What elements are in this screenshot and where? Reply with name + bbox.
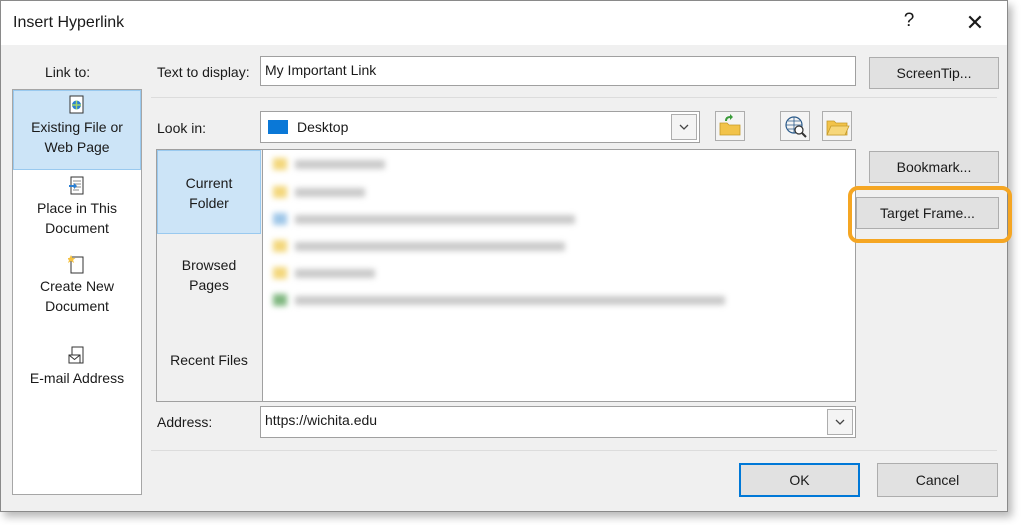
tab-current-folder-line2: Folder — [189, 195, 229, 211]
browse-file-button[interactable] — [822, 111, 852, 141]
title-bar: Insert Hyperlink ? ✕ — [1, 1, 1007, 45]
bookmark-button[interactable]: Bookmark... — [869, 151, 999, 183]
list-item[interactable] — [273, 267, 413, 281]
text-to-display-value: My Important Link — [265, 62, 377, 78]
address-input[interactable]: https://wichita.edu — [260, 406, 856, 438]
globe-search-icon — [785, 116, 807, 138]
bookmark-label: Bookmark... — [896, 159, 972, 175]
link-to-existing-file-line1: Existing File or — [31, 119, 123, 135]
look-in-panel: Current Folder Browsed Pages Recent File… — [156, 149, 856, 402]
list-item[interactable] — [273, 294, 743, 308]
tab-current-folder[interactable]: Current Folder — [157, 150, 261, 234]
tab-browsed-pages-line2: Pages — [189, 277, 229, 293]
look-in-dropdown-arrow[interactable] — [671, 114, 697, 140]
address-label: Address: — [157, 414, 213, 430]
tab-browsed-pages[interactable]: Browsed Pages — [157, 255, 261, 305]
browse-web-button[interactable] — [780, 111, 810, 141]
email-icon — [68, 346, 84, 364]
look-in-tabs: Current Folder Browsed Pages Recent File… — [157, 150, 263, 401]
ok-label: OK — [789, 472, 810, 488]
chevron-down-icon — [835, 419, 845, 425]
folder-up-icon — [719, 114, 741, 136]
place-in-document-icon — [69, 176, 84, 195]
list-item[interactable] — [273, 213, 593, 227]
separator-bottom — [151, 450, 997, 451]
link-to-email-line1: E-mail Address — [29, 370, 125, 386]
address-value: https://wichita.edu — [265, 412, 378, 428]
link-to-create-line2: Document — [45, 298, 109, 314]
target-frame-highlight — [848, 186, 1012, 243]
desktop-icon — [268, 120, 288, 134]
screentip-button[interactable]: ScreenTip... — [869, 57, 999, 89]
look-in-value: Desktop — [297, 119, 349, 135]
look-in-select[interactable]: Desktop — [260, 111, 700, 143]
look-in-label: Look in: — [157, 120, 207, 136]
dialog-title: Insert Hyperlink — [13, 14, 125, 31]
address-dropdown-arrow[interactable] — [827, 409, 853, 435]
up-one-folder-button[interactable] — [715, 111, 745, 141]
tab-browsed-pages-line1: Browsed — [181, 257, 237, 273]
file-list[interactable] — [263, 150, 855, 401]
tab-recent-files[interactable]: Recent Files — [157, 350, 261, 374]
link-to-panel: Existing File or Web Page Place in This … — [12, 89, 142, 495]
text-to-display-input[interactable]: My Important Link — [260, 56, 856, 86]
cancel-label: Cancel — [915, 472, 960, 488]
text-to-display-label: Text to display: — [157, 64, 250, 80]
list-item[interactable] — [273, 158, 413, 172]
link-to-place-line2: Document — [45, 220, 109, 236]
link-to-create-line1: Create New — [40, 278, 114, 294]
link-to-place-in-document[interactable]: Place in This Document — [13, 176, 141, 256]
help-button[interactable]: ? — [899, 10, 919, 32]
insert-hyperlink-dialog: Insert Hyperlink ? ✕ Link to: Existing F… — [0, 0, 1012, 512]
tab-current-folder-line1: Current — [185, 175, 233, 191]
link-to-create-new-document[interactable]: Create New Document — [13, 254, 141, 334]
separator-top — [151, 97, 997, 98]
link-to-label: Link to: — [45, 64, 91, 80]
link-to-existing-file-line2: Web Page — [44, 139, 110, 155]
existing-file-icon — [69, 95, 84, 114]
list-item[interactable] — [273, 240, 593, 254]
cancel-button[interactable]: Cancel — [877, 463, 998, 497]
close-button[interactable]: ✕ — [961, 11, 989, 35]
new-document-icon — [68, 255, 84, 274]
list-item[interactable] — [273, 186, 413, 200]
link-to-email-address[interactable]: E-mail Address — [13, 346, 141, 406]
screentip-label: ScreenTip... — [896, 65, 972, 81]
folder-open-icon — [826, 120, 850, 136]
link-to-place-line1: Place in This — [37, 200, 117, 216]
chevron-down-icon — [679, 124, 689, 130]
link-to-existing-file[interactable]: Existing File or Web Page — [13, 90, 141, 170]
tab-recent-files-line1: Recent Files — [170, 352, 248, 368]
ok-button[interactable]: OK — [739, 463, 860, 497]
